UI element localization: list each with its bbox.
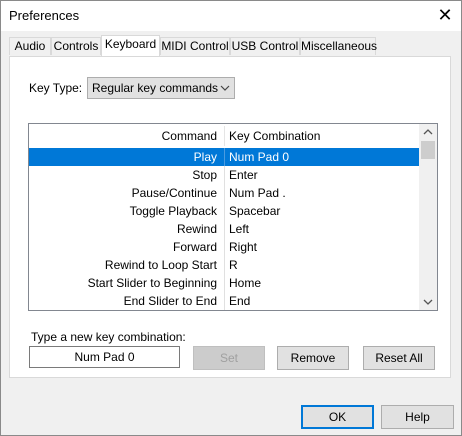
chevron-down-icon bbox=[220, 80, 230, 99]
tab-usb-control[interactable]: USB Control bbox=[230, 37, 300, 55]
table-row[interactable]: Start Slider to Beginning Home bbox=[29, 274, 419, 292]
scrollbar-thumb[interactable] bbox=[421, 141, 435, 159]
column-divider bbox=[224, 184, 225, 202]
scroll-up-icon[interactable] bbox=[419, 124, 437, 141]
table-row[interactable]: Pause/Continue Num Pad . bbox=[29, 184, 419, 202]
help-button[interactable]: Help bbox=[381, 405, 454, 429]
column-divider bbox=[224, 220, 225, 238]
set-button[interactable]: Set bbox=[193, 346, 265, 370]
command-cell: Play bbox=[193, 150, 217, 164]
vertical-scrollbar[interactable] bbox=[419, 124, 437, 310]
tab-miscellaneous[interactable]: Miscellaneous bbox=[300, 37, 377, 55]
command-cell: Toggle Playback bbox=[129, 204, 217, 218]
key-cell: Num Pad 0 bbox=[229, 150, 290, 164]
key-cell: Right bbox=[229, 240, 258, 254]
key-cell: Left bbox=[229, 222, 250, 236]
key-cell: End bbox=[229, 294, 251, 308]
command-cell: Forward bbox=[172, 240, 217, 254]
column-divider bbox=[224, 256, 225, 274]
window-title: Preferences bbox=[9, 8, 80, 23]
dialog-footer: OK Help bbox=[1, 395, 461, 435]
tab-audio[interactable]: Audio bbox=[9, 37, 51, 55]
column-divider bbox=[224, 202, 225, 220]
new-key-input[interactable]: Num Pad 0 bbox=[29, 346, 180, 368]
table-row[interactable]: End Slider to End End bbox=[29, 292, 419, 310]
command-cell: Rewind to Loop Start bbox=[104, 258, 217, 272]
key-type-dropdown[interactable]: Regular key commands bbox=[87, 77, 235, 99]
tab-controls[interactable]: Controls bbox=[51, 37, 101, 55]
key-commands-list[interactable]: Command Key Combination Play Num Pad 0 S… bbox=[28, 123, 438, 311]
table-row[interactable]: Stop Enter bbox=[29, 166, 419, 184]
column-divider bbox=[224, 274, 225, 292]
command-cell: Rewind bbox=[176, 222, 217, 236]
column-divider bbox=[224, 238, 225, 256]
table-row[interactable]: Toggle Playback Spacebar bbox=[29, 202, 419, 220]
key-cell: Spacebar bbox=[229, 204, 281, 218]
remove-button[interactable]: Remove bbox=[277, 346, 349, 370]
column-divider bbox=[224, 148, 225, 166]
column-divider bbox=[224, 292, 225, 310]
command-cell: Pause/Continue bbox=[131, 186, 217, 200]
key-cell: R bbox=[229, 258, 238, 272]
table-row[interactable]: Play Num Pad 0 bbox=[29, 148, 419, 166]
table-row[interactable]: Rewind Left bbox=[29, 220, 419, 238]
column-divider[interactable] bbox=[224, 126, 225, 146]
close-icon[interactable]: ✕ bbox=[431, 3, 459, 27]
column-divider bbox=[224, 166, 225, 184]
tab-midi-control[interactable]: MIDI Control bbox=[160, 37, 230, 55]
column-header-command[interactable]: Command bbox=[29, 129, 217, 143]
key-type-label: Key Type: bbox=[29, 81, 83, 95]
command-cell: Stop bbox=[192, 168, 217, 182]
preferences-window: Preferences ✕ Audio Controls Keyboard MI… bbox=[0, 0, 462, 436]
key-cell: Home bbox=[229, 276, 262, 290]
command-cell: Start Slider to Beginning bbox=[87, 276, 217, 290]
command-cell: End Slider to End bbox=[123, 294, 217, 308]
tab-keyboard[interactable]: Keyboard bbox=[101, 35, 160, 56]
table-row[interactable]: Forward Right bbox=[29, 238, 419, 256]
key-cell: Num Pad . bbox=[229, 186, 286, 200]
scroll-down-icon[interactable] bbox=[419, 293, 437, 310]
key-cell: Enter bbox=[229, 168, 258, 182]
list-header: Command Key Combination bbox=[29, 126, 419, 146]
ok-button[interactable]: OK bbox=[301, 405, 374, 429]
tab-strip: Audio Controls Keyboard MIDI Control USB… bbox=[1, 35, 461, 57]
title-bar: Preferences ✕ bbox=[1, 1, 461, 31]
key-type-value: Regular key commands bbox=[92, 81, 219, 95]
column-header-key-combination[interactable]: Key Combination bbox=[229, 129, 320, 143]
new-key-label: Type a new key combination: bbox=[31, 330, 186, 344]
table-row[interactable]: Rewind to Loop Start R bbox=[29, 256, 419, 274]
reset-all-button[interactable]: Reset All bbox=[363, 346, 435, 370]
